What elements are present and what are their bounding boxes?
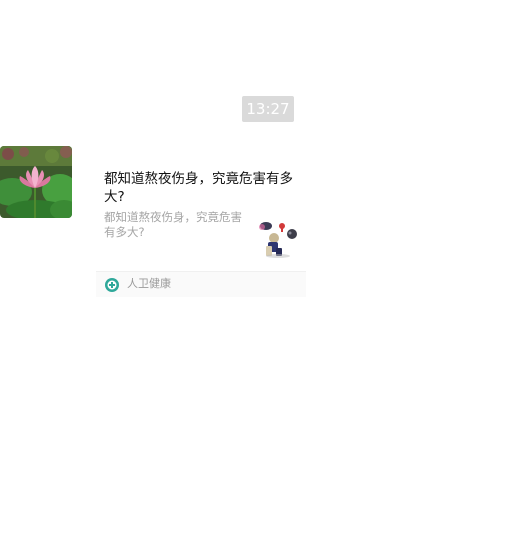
article-source-bar[interactable]: 人卫健康	[96, 271, 306, 297]
renwei-health-logo-icon	[105, 277, 119, 292]
staying-up-late-illustration-icon	[254, 218, 300, 258]
message-timestamp: 13:27	[242, 96, 294, 122]
chat-window: 13:27 都知道熬夜伤身，究竟危害有多大? 都知道熬夜伤身，究竟危害有多大?	[0, 0, 528, 552]
article-card[interactable]: 都知道熬夜伤身，究竟危害有多大? 都知道熬夜伤身，究竟危害有多大? 人卫健康	[96, 160, 306, 297]
article-description: 都知道熬夜伤身，究竟危害有多大?	[104, 210, 242, 239]
lotus-photo-avatar-icon	[0, 146, 72, 218]
article-title: 都知道熬夜伤身，究竟危害有多大?	[104, 171, 293, 205]
sender-avatar[interactable]	[0, 146, 72, 218]
article-source-name: 人卫健康	[127, 277, 171, 290]
